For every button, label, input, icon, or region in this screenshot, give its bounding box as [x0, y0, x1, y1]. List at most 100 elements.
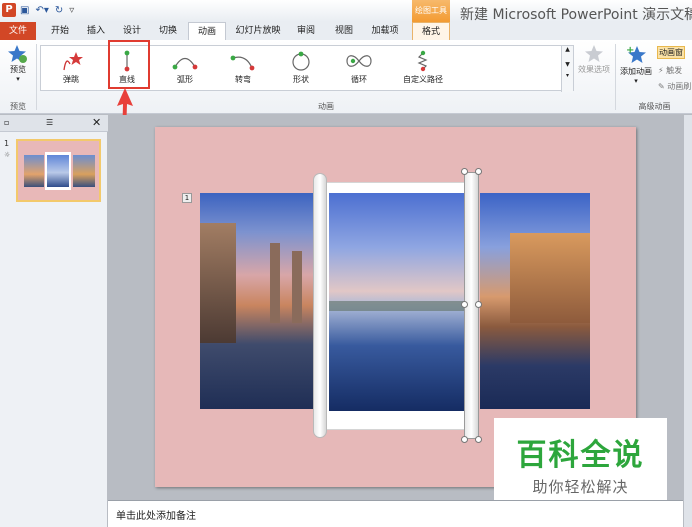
- animation-pane-label: 动画窗: [659, 48, 683, 57]
- church-tower: [292, 251, 302, 323]
- ribbon: 预览 ▾ 预览 弹跳 直线 弧形 转弯 形状 循环 自定义路径 ▲ ▼ ▾ 效果…: [0, 40, 692, 114]
- drawing-tools-contextual-label: 绘图工具: [412, 0, 450, 22]
- animation-label: 循环: [351, 75, 367, 84]
- notes-placeholder: 单击此处添加备注: [116, 511, 196, 522]
- tab-addins[interactable]: 加载项: [366, 22, 404, 40]
- undo-icon[interactable]: ↶▾: [35, 5, 48, 16]
- trigger-label: 触发: [666, 66, 683, 75]
- svg-text:+: +: [626, 45, 634, 56]
- slide-animation-marker-icon: ☼: [4, 151, 11, 159]
- animation-label: 弹跳: [63, 75, 79, 84]
- tab-view[interactable]: 视图: [328, 22, 360, 40]
- scroll-roller-left[interactable]: [313, 173, 327, 438]
- tab-review[interactable]: 审阅: [290, 22, 322, 40]
- gallery-more-icon[interactable]: ▾: [562, 72, 573, 79]
- photo-left[interactable]: [200, 193, 315, 409]
- selection-handle[interactable]: [475, 301, 482, 308]
- close-pane-icon[interactable]: ✕: [92, 116, 101, 129]
- animation-painter-button[interactable]: ✎ 动画刷: [658, 81, 691, 92]
- redo-icon[interactable]: ↻: [55, 5, 63, 16]
- watermark-logo: 百科全说 助你轻松解决: [494, 418, 667, 500]
- building-left: [200, 223, 236, 343]
- vertical-scrollbar[interactable]: [683, 115, 692, 527]
- animation-shape[interactable]: 形状: [271, 48, 331, 90]
- animation-label: 自定义路径: [403, 75, 443, 84]
- tab-animations[interactable]: 动画: [188, 22, 226, 40]
- tab-slideshow[interactable]: 幻灯片放映: [230, 22, 286, 40]
- tab-design[interactable]: 设计: [116, 22, 148, 40]
- tab-home[interactable]: 开始: [44, 22, 76, 40]
- animation-label: 形状: [293, 75, 309, 84]
- pane-tabs: ▫ ☰ ✕: [0, 115, 108, 132]
- selection-handle[interactable]: [475, 436, 482, 443]
- thumb-photo-left: [24, 155, 44, 187]
- selection-handle[interactable]: [461, 168, 468, 175]
- photo-center: [329, 193, 470, 411]
- animation-order-tag[interactable]: 1: [182, 193, 192, 203]
- animation-label: 弧形: [177, 75, 193, 84]
- effect-options-label: 效果选项: [578, 65, 610, 74]
- animation-pane-button[interactable]: 动画窗: [657, 46, 685, 59]
- trigger-icon: ⚡: [658, 66, 664, 75]
- watermark-title: 百科全说: [516, 438, 645, 473]
- slides-tab-icon[interactable]: ▫: [4, 118, 9, 127]
- animation-label: 转弯: [235, 75, 251, 84]
- add-animation-button[interactable]: + 添加动画 ▾: [617, 44, 655, 85]
- photo-right[interactable]: [480, 193, 590, 409]
- save-icon[interactable]: ▣: [20, 5, 29, 16]
- gallery-down-icon[interactable]: ▼: [562, 61, 573, 68]
- preview-label: 预览: [10, 65, 26, 74]
- building-right: [510, 233, 590, 323]
- group-divider: [36, 44, 37, 110]
- add-animation-dropdown-icon[interactable]: ▾: [617, 77, 655, 85]
- photo-frame[interactable]: [325, 182, 478, 430]
- animation-custom-path[interactable]: 自定义路径: [387, 48, 459, 90]
- loop-path-icon: [346, 55, 372, 67]
- thumb-photo-center: [47, 155, 69, 187]
- selection-handle[interactable]: [461, 301, 468, 308]
- group-divider: [615, 44, 616, 110]
- tab-insert[interactable]: 插入: [80, 22, 112, 40]
- animation-arc[interactable]: 弧形: [155, 48, 215, 90]
- tab-transitions[interactable]: 切换: [152, 22, 184, 40]
- powerpoint-app-icon[interactable]: P: [2, 3, 16, 17]
- selection-handle[interactable]: [475, 168, 482, 175]
- effect-options-star-icon: [585, 45, 603, 62]
- animation-painter-icon: ✎: [658, 82, 665, 91]
- outline-tab-icon[interactable]: ☰: [46, 118, 53, 127]
- add-animation-star-icon: +: [626, 45, 646, 63]
- thumb-photo-right: [73, 155, 95, 187]
- slide-thumbnail-pane: ▫ ☰ ✕ 1 ☼: [0, 115, 108, 527]
- window-title: 新建 Microsoft PowerPoint 演示文稿.: [460, 7, 692, 23]
- quick-access-toolbar: ▣ ↶▾ ↻ ▿: [20, 3, 74, 17]
- animation-painter-label: 动画刷: [667, 82, 692, 91]
- slide-number: 1: [4, 139, 10, 148]
- animation-turn[interactable]: 转弯: [213, 48, 273, 90]
- turn-path-icon: [230, 55, 255, 71]
- title-bar: P ▣ ↶▾ ↻ ▿ 绘图工具 新建 Microsoft PowerPoint …: [0, 0, 692, 23]
- riverbank: [329, 301, 470, 311]
- tab-file[interactable]: 文件: [0, 22, 36, 40]
- selection-handle[interactable]: [461, 436, 468, 443]
- effect-options-button[interactable]: 效果选项: [576, 44, 612, 75]
- advanced-animation-group-label: 高级动画: [638, 102, 671, 111]
- tab-format[interactable]: 格式: [412, 22, 450, 40]
- preview-group-label: 预览: [10, 102, 26, 111]
- preview-button[interactable]: 预览 ▾: [4, 44, 32, 83]
- watermark-subtitle: 助你轻松解决: [532, 478, 629, 496]
- church-tower: [270, 243, 280, 323]
- gallery-scrollbar[interactable]: ▲ ▼ ▾: [561, 46, 573, 92]
- preview-star-icon: [8, 45, 27, 63]
- customize-qat-icon[interactable]: ▿: [69, 5, 74, 16]
- slide-thumbnail[interactable]: [16, 139, 101, 202]
- shape-path-icon: [292, 51, 310, 71]
- gallery-up-icon[interactable]: ▲: [562, 46, 573, 53]
- custom-path-icon: [417, 50, 428, 72]
- add-animation-label: 添加动画: [620, 67, 652, 76]
- arc-path-icon: [172, 57, 198, 70]
- notes-pane[interactable]: 单击此处添加备注: [108, 500, 683, 527]
- animation-loop[interactable]: 循环: [329, 48, 389, 90]
- trigger-button[interactable]: ⚡ 触发: [658, 65, 682, 76]
- preview-dropdown-icon[interactable]: ▾: [4, 75, 32, 83]
- animation-bounce[interactable]: 弹跳: [41, 48, 101, 90]
